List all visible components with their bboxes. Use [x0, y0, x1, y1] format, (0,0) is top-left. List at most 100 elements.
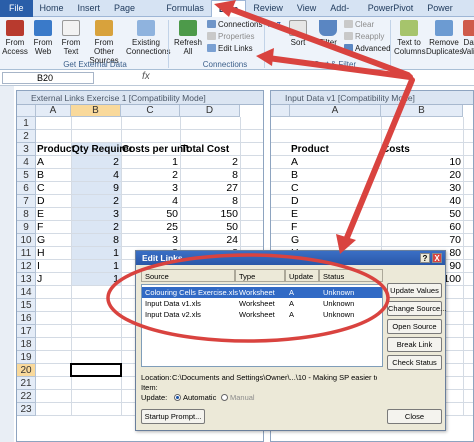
links-list[interactable]: Colouring Cells Exercise.xls Worksheet A…: [141, 284, 383, 367]
table-cell[interactable]: H: [37, 247, 72, 260]
clear-button[interactable]: Clear: [344, 20, 374, 30]
open-source-button[interactable]: Open Source: [387, 319, 442, 334]
table-cell[interactable]: D: [291, 195, 382, 208]
refresh-all-button[interactable]: Refresh All: [172, 20, 204, 56]
table-cell[interactable]: 50: [381, 208, 463, 221]
table-cell[interactable]: 150: [180, 208, 240, 221]
row-header[interactable]: 4: [17, 156, 36, 169]
text-to-columns-button[interactable]: Text to Columns: [394, 20, 426, 56]
row-header[interactable]: 20: [17, 364, 36, 377]
row-header[interactable]: 17: [17, 325, 36, 338]
table-cell[interactable]: 50: [121, 208, 180, 221]
help-button[interactable]: ?: [420, 253, 430, 263]
check-status-button[interactable]: Check Status: [387, 355, 442, 370]
row-header[interactable]: 15: [17, 299, 36, 312]
reapply-button[interactable]: Reapply: [344, 32, 384, 42]
table-cell[interactable]: 8: [180, 195, 240, 208]
sort-a-z-button[interactable]: A↓Z: [268, 21, 281, 31]
tab-data[interactable]: Data: [210, 0, 247, 18]
row-header[interactable]: 22: [17, 390, 36, 403]
name-box[interactable]: B20: [2, 72, 94, 84]
row-header[interactable]: 14: [17, 286, 36, 299]
row-header[interactable]: 2: [17, 130, 36, 143]
table-cell[interactable]: B: [291, 169, 382, 182]
table-cell[interactable]: 4: [71, 169, 121, 182]
table-cell[interactable]: I: [37, 260, 72, 273]
table-cell[interactable]: 25: [121, 221, 180, 234]
connections-button[interactable]: Connections: [207, 20, 262, 30]
close-icon[interactable]: X: [432, 253, 442, 263]
select-all-corner[interactable]: [271, 105, 290, 117]
table-cell[interactable]: A: [37, 156, 72, 169]
existing-connections-button[interactable]: Existing Connections: [126, 20, 170, 56]
table-cell[interactable]: 8: [180, 169, 240, 182]
table-cell[interactable]: 2: [180, 156, 240, 169]
column-header-a[interactable]: A: [36, 105, 71, 117]
from-web-button[interactable]: From Web: [30, 20, 56, 56]
row-header[interactable]: 7: [17, 195, 36, 208]
column-header-status[interactable]: Status: [319, 269, 383, 282]
table-cell[interactable]: 40: [381, 195, 463, 208]
table-cell[interactable]: 30: [381, 182, 463, 195]
sort-button[interactable]: Sort: [287, 20, 309, 47]
advanced-button[interactable]: Advanced: [344, 44, 391, 54]
table-cell[interactable]: F: [37, 221, 72, 234]
break-link-button[interactable]: Break Link: [387, 337, 442, 352]
row-header[interactable]: 9: [17, 221, 36, 234]
row-header[interactable]: 8: [17, 208, 36, 221]
table-cell[interactable]: 60: [381, 221, 463, 234]
row-header[interactable]: 6: [17, 182, 36, 195]
row-header[interactable]: 23: [17, 403, 36, 416]
table-cell[interactable]: 2: [71, 221, 121, 234]
column-header-b[interactable]: B: [381, 105, 463, 117]
table-cell[interactable]: 8: [71, 234, 121, 247]
tab-power-query[interactable]: Power Query: [420, 0, 474, 30]
table-cell[interactable]: 1: [121, 156, 180, 169]
column-header-source[interactable]: Source: [141, 269, 235, 282]
table-cell[interactable]: 3: [121, 234, 180, 247]
table-cell[interactable]: 20: [381, 169, 463, 182]
select-all-corner[interactable]: [17, 105, 36, 117]
row-header[interactable]: 21: [17, 377, 36, 390]
row-header[interactable]: 16: [17, 312, 36, 325]
row-header[interactable]: 3: [17, 143, 36, 156]
from-text-button[interactable]: From Text: [58, 20, 84, 56]
table-cell[interactable]: 1: [71, 247, 121, 260]
tab-view[interactable]: View: [290, 0, 323, 17]
column-header-c[interactable]: C: [121, 105, 180, 117]
table-cell[interactable]: 50: [180, 221, 240, 234]
table-cell[interactable]: 70: [381, 234, 463, 247]
row-header[interactable]: 13: [17, 273, 36, 286]
row-header[interactable]: 19: [17, 351, 36, 364]
table-cell[interactable]: A: [291, 156, 382, 169]
table-cell[interactable]: 1: [71, 260, 121, 273]
data-validation-button[interactable]: Data Valida...: [462, 20, 474, 60]
table-cell[interactable]: 24: [180, 234, 240, 247]
tab-insert[interactable]: Insert: [71, 0, 108, 17]
remove-duplicates-button[interactable]: Remove Duplicates: [426, 20, 463, 56]
row-header[interactable]: 5: [17, 169, 36, 182]
list-item[interactable]: Colouring Cells Exercise.xls Worksheet A…: [142, 287, 382, 298]
table-cell[interactable]: 9: [71, 182, 121, 195]
automatic-radio[interactable]: Automatic: [174, 393, 216, 402]
filter-button[interactable]: Filter: [316, 20, 340, 47]
list-item[interactable]: Input Data v1.xls Worksheet A Unknown: [142, 298, 382, 309]
row-header[interactable]: 12: [17, 260, 36, 273]
table-cell[interactable]: 4: [121, 195, 180, 208]
tab-formulas[interactable]: Formulas: [159, 0, 211, 17]
table-cell[interactable]: C: [37, 182, 72, 195]
header-cell[interactable]: Total Cost: [181, 143, 251, 156]
edit-links-dialog[interactable]: Edit Links ? X Source Type Update Status…: [135, 250, 446, 431]
table-cell[interactable]: E: [291, 208, 382, 221]
table-cell[interactable]: E: [37, 208, 72, 221]
row-header[interactable]: 1: [17, 117, 36, 130]
startup-prompt-button[interactable]: Startup Prompt...: [141, 409, 205, 424]
column-header-a[interactable]: A: [290, 105, 381, 117]
table-cell[interactable]: G: [37, 234, 72, 247]
table-cell[interactable]: 1: [71, 273, 121, 286]
table-cell[interactable]: 3: [71, 208, 121, 221]
row-header[interactable]: 18: [17, 338, 36, 351]
tab-home[interactable]: Home: [33, 0, 71, 17]
fx-icon[interactable]: fx: [142, 71, 150, 82]
properties-button[interactable]: Properties: [207, 32, 254, 42]
